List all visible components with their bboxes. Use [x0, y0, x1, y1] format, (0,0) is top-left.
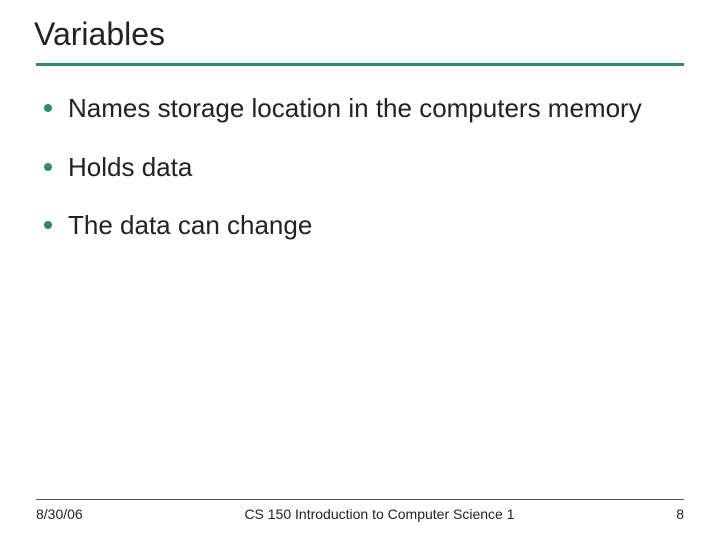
- page-title: Variables: [34, 16, 684, 53]
- footer-row: 8/30/06 CS 150 Introduction to Computer …: [36, 506, 684, 522]
- title-rule: [36, 63, 684, 66]
- footer-date: 8/30/06: [36, 506, 83, 522]
- footer: 8/30/06 CS 150 Introduction to Computer …: [36, 499, 684, 522]
- slide: Variables Names storage location in the …: [0, 0, 720, 540]
- list-item: Names storage location in the computers …: [40, 92, 684, 125]
- footer-rule: [36, 499, 684, 500]
- footer-page: 8: [676, 506, 684, 522]
- list-item: Holds data: [40, 151, 684, 184]
- list-item: The data can change: [40, 209, 684, 242]
- bullet-list: Names storage location in the computers …: [36, 92, 684, 242]
- footer-course: CS 150 Introduction to Computer Science …: [83, 506, 676, 522]
